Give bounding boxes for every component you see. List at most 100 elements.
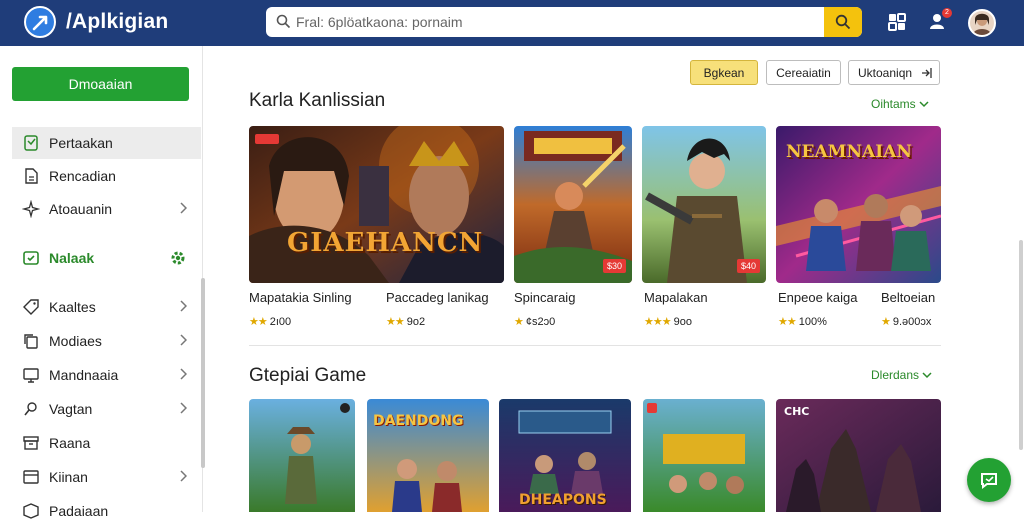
game-rating: ★★★ 9oo: [644, 315, 692, 328]
sidebar-item-rencadian[interactable]: Rencadian: [12, 160, 201, 192]
chevron-down-icon: [919, 101, 929, 108]
grid-icon: [23, 251, 39, 265]
sidebar-item-label: Rencadian: [49, 168, 116, 184]
monitor-icon: [23, 368, 39, 383]
sidebar-item-raana[interactable]: Raana: [12, 427, 201, 459]
rating-value: 9oo: [673, 316, 692, 328]
filter-button-uktoaniqn[interactable]: Uktoaniqn: [848, 60, 940, 85]
tag-icon: [23, 299, 39, 315]
more-link-label: Dlerdans: [871, 368, 920, 382]
main-scrollbar[interactable]: [1019, 240, 1023, 450]
sidebar-item-label: Pertaakan: [49, 135, 113, 151]
star-icon: ★: [514, 316, 524, 328]
game-rating: ★ ¢s2ɔ0: [514, 315, 555, 328]
chevron-right-icon: [180, 402, 187, 414]
export-icon: [922, 68, 932, 78]
card-art-title: GIAEHANCN: [287, 228, 484, 258]
filter-button-cereaiatin[interactable]: Cereaiatin: [766, 60, 841, 85]
chat-icon: [981, 473, 997, 489]
sidebar-item-modiaes[interactable]: Modiaes: [12, 325, 201, 357]
chevron-right-icon: [180, 470, 187, 482]
sidebar-section-nalaak[interactable]: Nalaak: [12, 242, 201, 274]
game-title[interactable]: Enpeoe kaiga: [778, 290, 858, 305]
archive-icon: [23, 436, 39, 450]
card-art-title: CHC: [784, 405, 810, 418]
star-icon: ★★★: [644, 316, 672, 328]
avatar[interactable]: [968, 9, 996, 37]
sidebar-item-label: Vagtan: [49, 401, 93, 417]
section2-more-link[interactable]: Dlerdans: [871, 368, 932, 382]
sidebar-section-label: Nalaak: [49, 250, 95, 266]
card-art-title: DAENDONG: [373, 413, 464, 429]
gear-icon[interactable]: [169, 249, 187, 267]
chat-fab-button[interactable]: [967, 458, 1011, 502]
game-card-image[interactable]: CHC: [776, 399, 941, 512]
section-divider: [249, 345, 941, 346]
rating-value: 9o2: [406, 316, 426, 328]
price-badge: $40: [736, 259, 760, 273]
sidebar-item-padaiaan[interactable]: Padaiaan: [12, 495, 201, 527]
game-rating: ★★ 2ı00: [249, 315, 291, 328]
rating-value: ¢s2ɔ0: [525, 316, 556, 328]
game-card-image[interactable]: GIAEHANCN: [249, 126, 504, 283]
filter-button-label: Uktoaniqn: [858, 65, 913, 80]
sidebar-item-kiinan[interactable]: Kiinan: [12, 461, 201, 493]
sidebar-item-mandnaaia[interactable]: Mandnaaia: [12, 359, 201, 391]
notification-badge: 2: [942, 8, 952, 18]
search-icon: [835, 14, 851, 30]
filter-button-bgkean[interactable]: Bgkean: [690, 60, 758, 85]
pin-icon: [24, 402, 37, 416]
game-title[interactable]: Beltoeian: [881, 290, 935, 305]
search-input[interactable]: [296, 7, 816, 37]
card-art-title: DHEAPONS: [519, 492, 607, 508]
sidebar-item-vagtan[interactable]: Vagtan: [12, 393, 201, 425]
app-title[interactable]: /Aplkigian: [66, 10, 168, 34]
more-link-label: Oihtams: [871, 97, 916, 111]
chevron-right-icon: [180, 202, 187, 214]
rating-value: 2ı00: [269, 316, 292, 328]
search-button[interactable]: [824, 7, 862, 37]
sidebar-scrollbar[interactable]: [201, 278, 205, 468]
apps-grid-icon[interactable]: [886, 11, 910, 35]
sidebar-item-label: Modiaes: [49, 333, 102, 349]
game-card-image[interactable]: [643, 399, 765, 512]
game-card-image[interactable]: DHEAPONS: [499, 399, 631, 512]
game-title[interactable]: Paccadeg lanikag: [386, 290, 489, 305]
game-rating: ★★ 100%: [778, 315, 827, 328]
sidebar-item-label: Atoauanin: [49, 201, 113, 217]
document-icon: [25, 168, 38, 184]
game-card-image[interactable]: DAENDONG: [367, 399, 489, 512]
sparkle-icon: [22, 200, 40, 218]
card-art-title: NEAMNAIAN: [786, 142, 912, 162]
sidebar-item-label: Mandnaaia: [49, 367, 119, 383]
sidebar-item-kaaltes[interactable]: Kaaltes: [12, 291, 201, 323]
sidebar-item-pertaakan[interactable]: Pertaakan: [12, 127, 201, 159]
game-card-image[interactable]: $30: [514, 126, 632, 283]
star-icon: ★: [881, 316, 891, 328]
section-title-2: Gtepiai Game: [249, 365, 367, 386]
gamepad-icon: [24, 135, 38, 151]
top-bar: /Aplkigian 2: [0, 0, 1024, 46]
chevron-right-icon: [180, 368, 187, 380]
user-notification-icon[interactable]: 2: [928, 8, 952, 35]
game-title[interactable]: Spincaraig: [514, 290, 575, 305]
game-card-image[interactable]: NEAMNAIAN: [776, 126, 941, 283]
sidebar-item-label: Raana: [49, 435, 91, 451]
chevron-right-icon: [180, 334, 187, 346]
sidebar-primary-button[interactable]: Dmoaaian: [12, 67, 189, 101]
app-logo-icon[interactable]: [24, 6, 56, 38]
game-card-image[interactable]: [249, 399, 355, 512]
sidebar-item-atoauanin[interactable]: Atoauanin: [12, 193, 201, 225]
game-title[interactable]: Mapatakia Sinling: [249, 290, 352, 305]
rating-value: 100%: [798, 316, 827, 328]
price-badge: $30: [602, 259, 626, 273]
game-card-image[interactable]: $40: [642, 126, 766, 283]
section1-more-link[interactable]: Oihtams: [871, 97, 929, 111]
section-title-1: Karla Kanlissian: [249, 90, 386, 111]
star-icon: ★★: [386, 316, 405, 328]
chevron-right-icon: [180, 300, 187, 312]
copy-icon: [24, 334, 38, 349]
game-title[interactable]: Mapalakan: [644, 290, 708, 305]
game-rating: ★★ 9o2: [386, 315, 425, 328]
game-rating: ★ 9.ǝ00ɔx: [881, 315, 931, 328]
